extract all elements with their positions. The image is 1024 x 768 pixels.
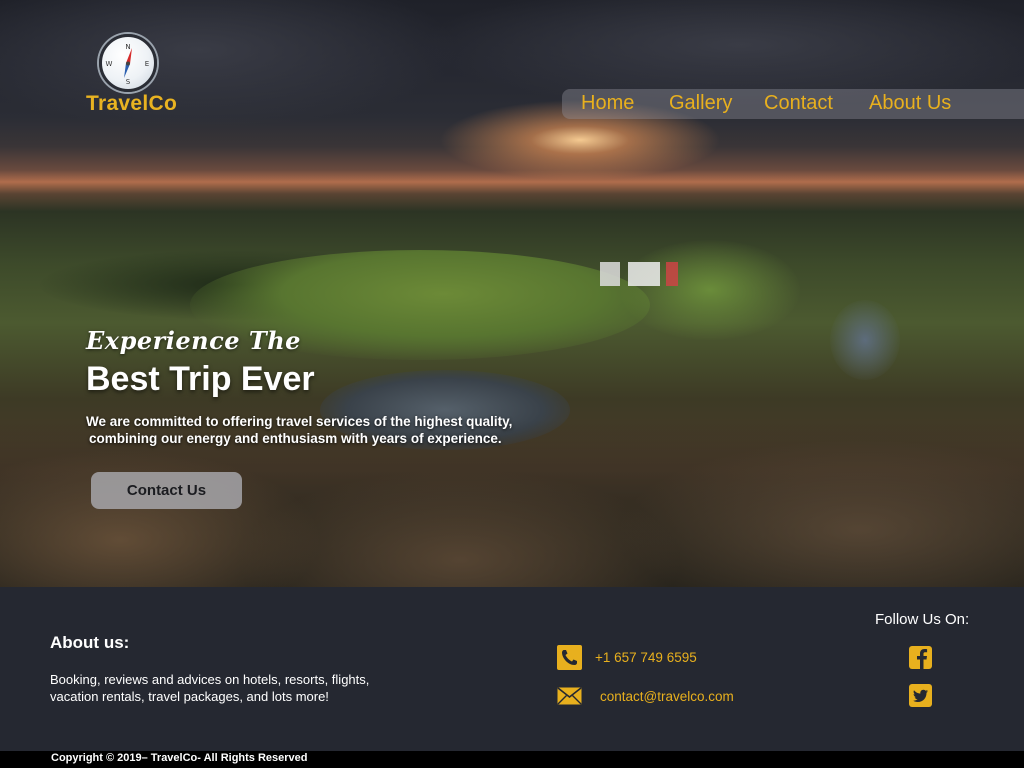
about-title: About us: bbox=[50, 633, 130, 652]
email-contact[interactable]: contact@travelco.com bbox=[557, 687, 734, 705]
hero-tagline: Experience The bbox=[86, 326, 301, 355]
phone-number[interactable]: +1 657 749 6595 bbox=[595, 650, 697, 665]
svg-text:S: S bbox=[126, 78, 131, 86]
nav-home[interactable]: Home bbox=[581, 92, 634, 115]
facebook-icon[interactable] bbox=[909, 646, 932, 669]
mail-icon bbox=[557, 687, 582, 705]
twitter-icon[interactable] bbox=[909, 684, 932, 707]
hero-section: N S E W TravelCo Home Gallery Contact Ab… bbox=[0, 0, 1024, 587]
brand-name: TravelCo bbox=[86, 92, 178, 115]
follow-us-label: Follow Us On: bbox=[875, 611, 970, 628]
copyright-text: Copyright © 2019– TravelCo- All Rights R… bbox=[51, 752, 308, 764]
svg-text:W: W bbox=[106, 60, 113, 68]
hero-houses bbox=[600, 262, 680, 286]
nav-about-us[interactable]: About Us bbox=[869, 92, 951, 115]
hero-description: We are committed to offering travel serv… bbox=[86, 413, 556, 447]
nav-contact[interactable]: Contact bbox=[764, 92, 833, 115]
hero-headline: Best Trip Ever bbox=[86, 360, 315, 398]
phone-icon bbox=[557, 645, 582, 670]
contact-us-button[interactable]: Contact Us bbox=[91, 472, 242, 509]
compass-icon: N S E W bbox=[99, 34, 157, 92]
phone-contact[interactable]: +1 657 749 6595 bbox=[557, 645, 697, 670]
logo[interactable]: N S E W TravelCo bbox=[84, 32, 184, 118]
about-text-line: vacation rentals, travel packages, and l… bbox=[50, 689, 329, 704]
footer: About us: Booking, reviews and advices o… bbox=[0, 587, 1024, 751]
svg-text:E: E bbox=[145, 60, 149, 68]
about-text: Booking, reviews and advices on hotels, … bbox=[50, 671, 390, 705]
hero-field bbox=[620, 240, 800, 340]
svg-text:N: N bbox=[125, 43, 130, 51]
copyright-bar: Copyright © 2019– TravelCo- All Rights R… bbox=[0, 751, 1024, 768]
hero-cloud bbox=[0, 0, 460, 130]
main-nav: Home Gallery Contact About Us bbox=[562, 89, 1024, 119]
email-address[interactable]: contact@travelco.com bbox=[600, 689, 734, 704]
hero-river bbox=[830, 300, 900, 380]
hero-description-line: We are committed to offering travel serv… bbox=[86, 414, 513, 429]
about-text-line: Booking, reviews and advices on hotels, … bbox=[50, 672, 370, 687]
hero-description-line: combining our energy and enthusiasm with… bbox=[89, 431, 502, 446]
nav-gallery[interactable]: Gallery bbox=[669, 92, 732, 115]
